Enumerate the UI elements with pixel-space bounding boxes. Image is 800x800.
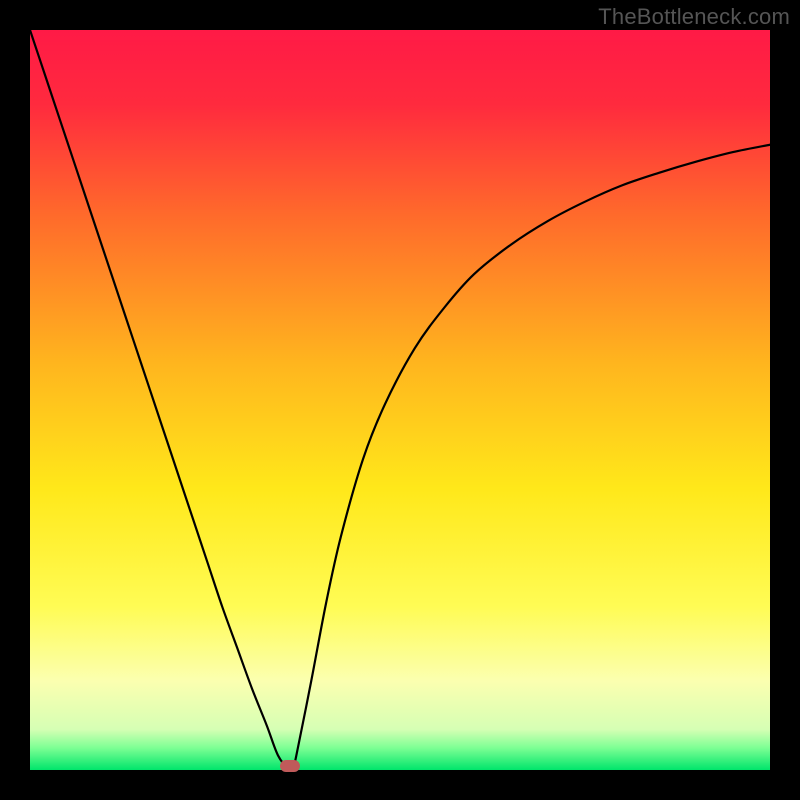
optimum-marker: [280, 760, 300, 772]
plot-svg: [30, 30, 770, 770]
gradient-background: [30, 30, 770, 770]
chart-frame: TheBottleneck.com: [0, 0, 800, 800]
watermark-text: TheBottleneck.com: [598, 4, 790, 30]
plot-area: [30, 30, 770, 770]
